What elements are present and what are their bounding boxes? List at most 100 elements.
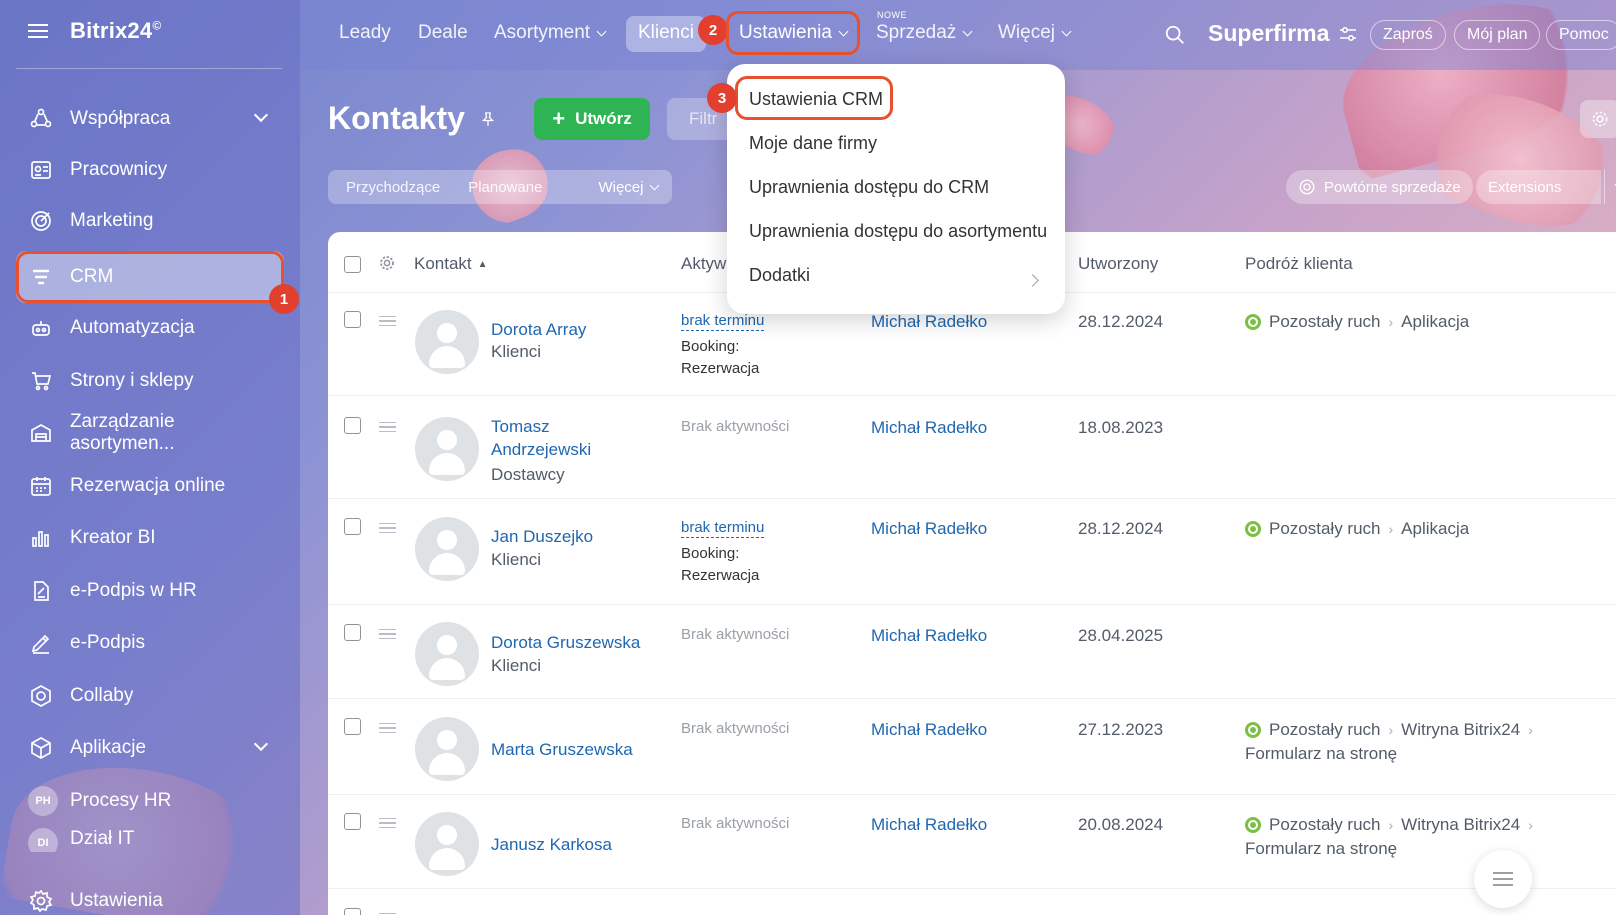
sidebar-item-asortyment[interactable]: Zarządzanie asortymen... bbox=[16, 408, 284, 458]
sidebar-item-ustawienia[interactable]: Ustawienia bbox=[16, 876, 284, 915]
traffic-source-icon bbox=[1245, 521, 1261, 537]
sidebar-item-marketing[interactable]: Marketing bbox=[16, 196, 284, 246]
repeat-sales-button[interactable]: Powtórne sprzedaże bbox=[1286, 170, 1473, 204]
nav-label: Ustawienia bbox=[739, 22, 832, 43]
row-checkbox[interactable] bbox=[344, 417, 361, 434]
page-title-text: Kontakty bbox=[328, 100, 465, 136]
help-button[interactable]: Pomoc bbox=[1546, 20, 1616, 50]
sidebar-item-label: Rezerwacja online bbox=[70, 475, 226, 496]
activity-deadline-link[interactable]: brak terminu bbox=[681, 312, 765, 331]
contact-name-link[interactable]: Marta Gruszewska bbox=[491, 738, 633, 761]
column-header-journey[interactable]: Podróż klienta bbox=[1245, 254, 1353, 274]
invite-button[interactable]: Zaproś bbox=[1370, 20, 1446, 50]
page-settings-button[interactable] bbox=[1580, 100, 1616, 138]
sidebar-item-kreator-bi[interactable]: Kreator BI bbox=[16, 513, 284, 563]
sidebar-item-epodpis-hr[interactable]: e-Podpis w HR bbox=[16, 566, 284, 616]
journey-step: Pozostały ruch bbox=[1269, 815, 1381, 834]
contact-name-link[interactable]: Jan Duszejko bbox=[491, 525, 593, 548]
contact-name-link[interactable]: Janusz Karkosa bbox=[491, 833, 612, 856]
column-settings-gear-icon[interactable] bbox=[378, 254, 396, 277]
menu-burger-icon[interactable] bbox=[28, 24, 48, 38]
row-checkbox[interactable] bbox=[344, 908, 361, 915]
drag-handle-icon[interactable] bbox=[379, 723, 396, 733]
column-header-activity[interactable]: Aktyw bbox=[681, 254, 726, 274]
journey-step: Pozostały ruch bbox=[1269, 720, 1381, 739]
journey-step: Formularz na stronę bbox=[1245, 839, 1398, 858]
responsible-link[interactable]: Michał Radełko bbox=[871, 626, 987, 646]
nav-leady[interactable]: Leady bbox=[339, 22, 391, 44]
menu-item-company-details[interactable]: Moje dane firmy bbox=[749, 133, 877, 154]
sidebar-item-wspolpraca[interactable]: Współpraca bbox=[16, 94, 284, 144]
contact-type: Klienci bbox=[491, 342, 542, 361]
drag-handle-icon[interactable] bbox=[379, 316, 396, 326]
sidebar-item-aplikacje[interactable]: Aplikacje bbox=[16, 723, 284, 773]
company-name[interactable]: Superfirma bbox=[1208, 20, 1357, 47]
activity-deadline-link[interactable]: brak terminu bbox=[681, 519, 765, 538]
sidebar-item-pracownicy[interactable]: Pracownicy bbox=[16, 145, 284, 195]
responsible-link[interactable]: Michał Radełko bbox=[871, 312, 987, 332]
chevron-right-icon: › bbox=[1388, 521, 1394, 537]
menu-item-catalog-permissions[interactable]: Uprawnienia dostępu do asortymentu bbox=[749, 221, 1047, 242]
tab-planned[interactable]: Planowane bbox=[468, 179, 542, 196]
nav-wiecej[interactable]: Więcej bbox=[998, 22, 1072, 44]
journey-step: Pozostały ruch bbox=[1269, 312, 1381, 331]
chart-icon bbox=[28, 525, 54, 551]
nav-klienci[interactable]: Klienci bbox=[638, 22, 694, 44]
quick-menu-button[interactable] bbox=[1474, 850, 1532, 908]
contact-name-link[interactable]: Dorota Array bbox=[491, 318, 586, 341]
column-header-created[interactable]: Utworzony bbox=[1078, 254, 1158, 274]
sidebar-item-strony[interactable]: Strony i sklepy bbox=[16, 356, 284, 406]
drag-handle-icon[interactable] bbox=[379, 523, 396, 533]
nav-deale[interactable]: Deale bbox=[418, 22, 468, 44]
responsible-link[interactable]: Michał Radełko bbox=[871, 720, 987, 740]
tab-more[interactable]: Więcej bbox=[580, 178, 660, 196]
row-checkbox[interactable] bbox=[344, 518, 361, 535]
sidebar-item-dzial-it[interactable]: DI Dział IT bbox=[16, 828, 284, 852]
contact-name-link[interactable]: Dorota Gruszewska bbox=[491, 631, 640, 654]
nav-asortyment[interactable]: Asortyment bbox=[494, 22, 607, 44]
sidebar-item-rezerwacja[interactable]: Rezerwacja online bbox=[16, 461, 284, 511]
row-divider bbox=[328, 395, 1616, 396]
sidebar-item-label: Collaby bbox=[70, 685, 134, 706]
customer-journey-cont: Formularz na stronę bbox=[1245, 837, 1397, 861]
responsible-link[interactable]: Michał Radełko bbox=[871, 519, 987, 539]
responsible-link[interactable]: Michał Radełko bbox=[871, 815, 987, 835]
tab-more-label: Więcej bbox=[598, 178, 644, 196]
column-header-contact[interactable]: Kontakt ▲ bbox=[414, 254, 488, 274]
search-icon[interactable] bbox=[1164, 24, 1186, 51]
calendar-icon bbox=[28, 473, 54, 499]
activity-text: Booking: Rezerwacja bbox=[681, 338, 760, 377]
cart-icon bbox=[28, 368, 54, 394]
drag-handle-icon[interactable] bbox=[379, 818, 396, 828]
menu-item-crm-permissions[interactable]: Uprawnienia dostępu do CRM bbox=[749, 177, 989, 198]
select-all-checkbox[interactable] bbox=[344, 256, 361, 273]
created-date: 18.08.2023 bbox=[1078, 418, 1164, 437]
drag-handle-icon[interactable] bbox=[379, 629, 396, 639]
drag-handle-icon[interactable] bbox=[379, 422, 396, 432]
contact-avatar bbox=[415, 717, 479, 781]
sidebar-item-procesy-hr[interactable]: PH Procesy HR bbox=[16, 776, 284, 826]
responsible-link[interactable]: Michał Radełko bbox=[871, 418, 987, 438]
menu-item-crm-settings[interactable]: Ustawienia CRM bbox=[749, 89, 883, 110]
sidebar-item-collaby[interactable]: Collaby bbox=[16, 671, 284, 721]
extensions-button[interactable]: Extensions bbox=[1476, 170, 1616, 204]
row-checkbox[interactable] bbox=[344, 624, 361, 641]
nav-ustawienia[interactable]: Ustawienia bbox=[739, 22, 849, 44]
sidebar-item-epodpis[interactable]: e-Podpis bbox=[16, 618, 284, 668]
nav-sprzedaz[interactable]: Sprzedaż bbox=[876, 22, 973, 44]
my-plan-button[interactable]: Mój plan bbox=[1454, 20, 1541, 50]
row-checkbox[interactable] bbox=[344, 718, 361, 735]
sidebar-item-automatyzacja[interactable]: Automatyzacja bbox=[16, 303, 284, 353]
sidebar-item-label: Aplikacje bbox=[70, 737, 147, 758]
chevron-down-icon bbox=[962, 26, 973, 36]
logo[interactable]: Bitrix24© bbox=[70, 18, 161, 44]
menu-item-addons[interactable]: Dodatki bbox=[749, 265, 810, 286]
row-checkbox[interactable] bbox=[344, 311, 361, 328]
contact-name-link[interactable]: Tomasz Andrzejewski bbox=[491, 415, 601, 461]
row-checkbox[interactable] bbox=[344, 813, 361, 830]
create-button[interactable]: + Utwórz bbox=[534, 98, 650, 140]
pin-icon[interactable] bbox=[479, 110, 497, 128]
new-tag: NOWE bbox=[877, 10, 907, 20]
tab-incoming[interactable]: Przychodzące bbox=[346, 179, 440, 196]
chevron-right-icon: › bbox=[1388, 314, 1394, 330]
